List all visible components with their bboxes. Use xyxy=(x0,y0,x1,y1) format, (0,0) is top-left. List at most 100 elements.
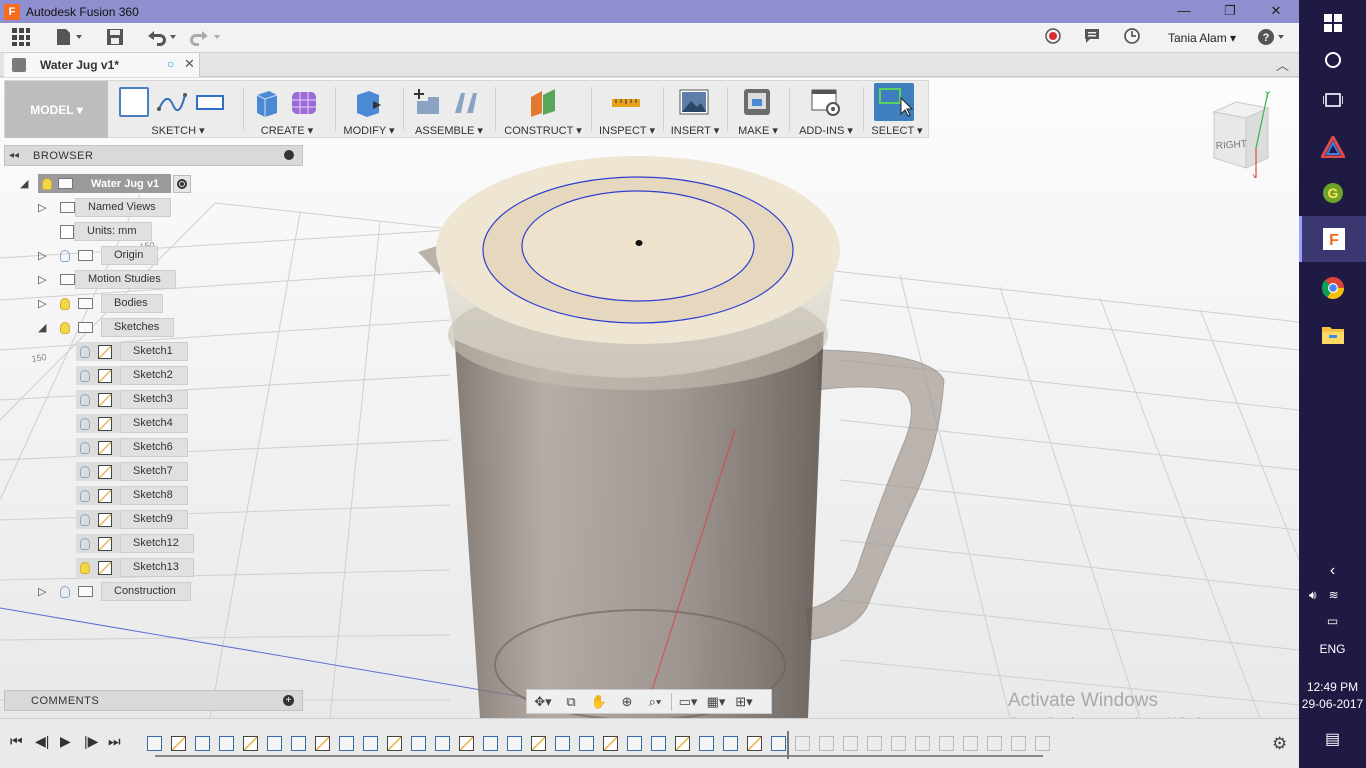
timeline-feature[interactable] xyxy=(627,736,642,751)
collapse-browser-icon[interactable]: ◂◂ xyxy=(9,150,19,161)
timeline-settings-icon[interactable]: ⚙ xyxy=(1272,734,1287,754)
sketch-group[interactable]: SKETCH ▾ xyxy=(115,81,241,138)
create-menu-label[interactable]: CREATE ▾ xyxy=(247,124,327,137)
extrude-icon[interactable] xyxy=(251,87,281,117)
browser-item-origin[interactable]: ▷ Origin xyxy=(38,246,159,265)
browser-root[interactable]: ◢ Water Jug v1 xyxy=(20,174,192,193)
add-ins-group[interactable]: ADD-INS ▾ xyxy=(793,81,859,138)
timeline-feature[interactable] xyxy=(723,736,738,751)
expand-open-icon[interactable]: ◢ xyxy=(38,321,50,334)
timeline-feature[interactable] xyxy=(171,736,186,751)
history-icon[interactable] xyxy=(1122,27,1142,49)
pan-icon[interactable]: ✋ xyxy=(587,693,611,711)
inspect-menu-label[interactable]: INSPECT ▾ xyxy=(595,124,659,137)
timeline-feature[interactable] xyxy=(987,736,1002,751)
timeline-feature[interactable] xyxy=(915,736,930,751)
task-view-icon[interactable] xyxy=(1299,77,1366,123)
timeline-feature[interactable] xyxy=(147,736,162,751)
browser-item-sketch[interactable]: Sketch7 xyxy=(76,462,188,481)
close-tab-icon[interactable]: ✕ xyxy=(184,56,195,72)
browser-minimize-icon[interactable] xyxy=(284,150,294,160)
minimize-button[interactable]: — xyxy=(1161,0,1207,23)
display-settings-icon[interactable]: ▭▾ xyxy=(676,693,700,711)
make-menu-label[interactable]: MAKE ▾ xyxy=(731,124,785,137)
clock-time[interactable]: 12:49 PM xyxy=(1299,680,1366,694)
visibility-bulb-icon[interactable] xyxy=(80,489,90,502)
chrome-icon[interactable] xyxy=(1299,265,1366,311)
browser-item-construction[interactable]: ▷ Construction xyxy=(38,582,191,601)
record-icon[interactable] xyxy=(1043,27,1063,49)
close-button[interactable]: ✕ xyxy=(1253,0,1299,23)
help-icon[interactable]: ? xyxy=(1257,27,1287,49)
timeline-feature[interactable] xyxy=(507,736,522,751)
scripts-icon[interactable] xyxy=(811,87,841,117)
expand-icon[interactable]: ▷ xyxy=(38,201,50,214)
add-comment-icon[interactable]: + xyxy=(283,695,294,706)
insert-group[interactable]: INSERT ▾ xyxy=(667,81,723,138)
select-group[interactable]: SELECT ▾ xyxy=(867,81,927,138)
visibility-bulb-icon[interactable] xyxy=(80,369,90,382)
rectangle-icon[interactable] xyxy=(195,87,225,117)
action-center-icon[interactable]: ▤ xyxy=(1299,729,1366,749)
press-pull-icon[interactable] xyxy=(353,87,383,117)
inspect-group[interactable]: INSPECT ▾ xyxy=(595,81,659,138)
browser-item-sketches[interactable]: ◢ Sketches xyxy=(38,318,175,337)
comment-icon[interactable] xyxy=(1082,27,1102,49)
timeline-feature[interactable] xyxy=(291,736,306,751)
timeline-feature[interactable] xyxy=(219,736,234,751)
browser-item-sketch[interactable]: Sketch9 xyxy=(76,510,188,529)
redo-icon[interactable] xyxy=(189,27,223,49)
play-icon[interactable]: ▶ xyxy=(60,733,71,750)
step-back-icon[interactable]: ◀| xyxy=(35,733,49,750)
maximize-button[interactable]: ❐ xyxy=(1207,0,1253,23)
browser-item-sketch[interactable]: Sketch3 xyxy=(76,390,188,409)
look-at-icon[interactable]: ⧉ xyxy=(559,693,583,711)
timeline-feature[interactable] xyxy=(579,736,594,751)
timeline-feature[interactable] xyxy=(819,736,834,751)
file-menu-icon[interactable] xyxy=(54,27,84,49)
form-icon[interactable] xyxy=(289,87,319,117)
expand-icon[interactable]: ▷ xyxy=(38,297,50,310)
select-icon[interactable] xyxy=(874,83,914,121)
expand-icon[interactable]: ▷ xyxy=(38,585,50,598)
clock-date[interactable]: 29-06-2017 xyxy=(1299,697,1366,711)
create-group[interactable]: CREATE ▾ xyxy=(247,81,327,138)
visibility-bulb-icon[interactable] xyxy=(60,297,70,310)
measure-icon[interactable] xyxy=(611,87,641,117)
make-group[interactable]: MAKE ▾ xyxy=(731,81,785,138)
new-component-icon[interactable] xyxy=(413,87,443,117)
timeline-feature[interactable] xyxy=(675,736,690,751)
grid-settings-icon[interactable]: ▦▾ xyxy=(704,693,728,711)
browser-item-named-views[interactable]: ▷ Named Views xyxy=(38,198,171,217)
fit-icon[interactable]: ⌕▾ xyxy=(643,693,667,711)
timeline-feature[interactable] xyxy=(267,736,282,751)
browser-item-sketch[interactable]: Sketch6 xyxy=(76,438,188,457)
visibility-bulb-icon[interactable] xyxy=(80,513,90,526)
visibility-bulb-icon[interactable] xyxy=(80,417,90,430)
timeline-feature[interactable] xyxy=(363,736,378,751)
timeline-feature[interactable] xyxy=(843,736,858,751)
visibility-bulb-icon[interactable] xyxy=(80,393,90,406)
timeline-feature[interactable] xyxy=(747,736,762,751)
assemble-menu-label[interactable]: ASSEMBLE ▾ xyxy=(407,124,491,137)
expand-icon[interactable]: ▷ xyxy=(38,249,50,262)
go-to-end-icon[interactable]: ⏭ xyxy=(108,733,121,750)
orbit-icon[interactable]: ✥▾ xyxy=(531,693,555,711)
create-sketch-icon[interactable] xyxy=(119,87,149,117)
timeline-feature[interactable] xyxy=(939,736,954,751)
timeline-feature[interactable] xyxy=(603,736,618,751)
sketch-menu-label[interactable]: SKETCH ▾ xyxy=(115,124,241,137)
timeline-feature[interactable] xyxy=(315,736,330,751)
wifi-icon[interactable]: ≋ xyxy=(1329,588,1339,602)
timeline-marker[interactable] xyxy=(787,731,789,759)
autodesk-app-icon[interactable] xyxy=(1299,124,1366,170)
expand-open-icon[interactable]: ◢ xyxy=(20,177,32,190)
timeline-feature[interactable] xyxy=(435,736,450,751)
browser-item-units[interactable]: Units: mm xyxy=(60,222,152,241)
joint-icon[interactable] xyxy=(451,87,481,117)
visibility-bulb-icon[interactable] xyxy=(42,177,52,190)
timeline-feature[interactable] xyxy=(483,736,498,751)
visibility-bulb-icon[interactable] xyxy=(60,249,70,262)
assemble-group[interactable]: ASSEMBLE ▾ xyxy=(407,81,491,138)
add-ins-menu-label[interactable]: ADD-INS ▾ xyxy=(793,124,859,137)
